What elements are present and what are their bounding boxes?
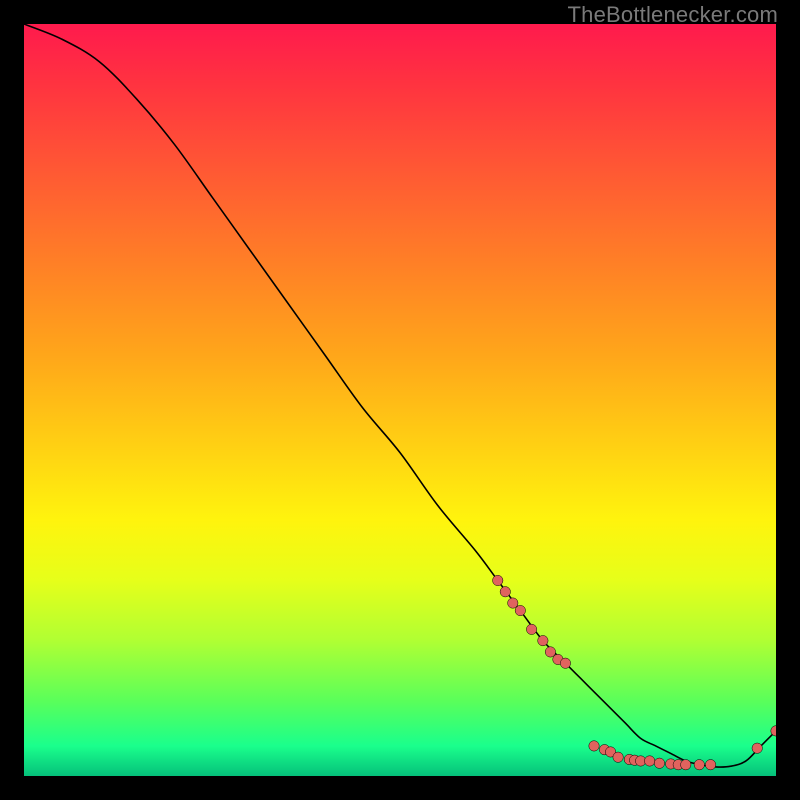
data-marker [526, 624, 536, 634]
data-marker [705, 760, 715, 770]
data-marker [644, 756, 654, 766]
data-marker [694, 760, 704, 770]
data-marker [493, 575, 503, 585]
data-marker [681, 760, 691, 770]
data-marker [752, 743, 762, 753]
data-marker [613, 752, 623, 762]
markers-group [493, 575, 776, 770]
plot-area [24, 24, 776, 776]
data-marker [508, 598, 518, 608]
chart-frame: TheBottlenecker.com [0, 0, 800, 800]
data-marker [654, 758, 664, 768]
data-marker [500, 587, 510, 597]
data-marker [545, 647, 555, 657]
data-marker [560, 658, 570, 668]
data-marker [515, 605, 525, 615]
bottleneck-curve [24, 24, 776, 767]
data-marker [589, 741, 599, 751]
chart-svg [24, 24, 776, 776]
data-marker [538, 635, 548, 645]
